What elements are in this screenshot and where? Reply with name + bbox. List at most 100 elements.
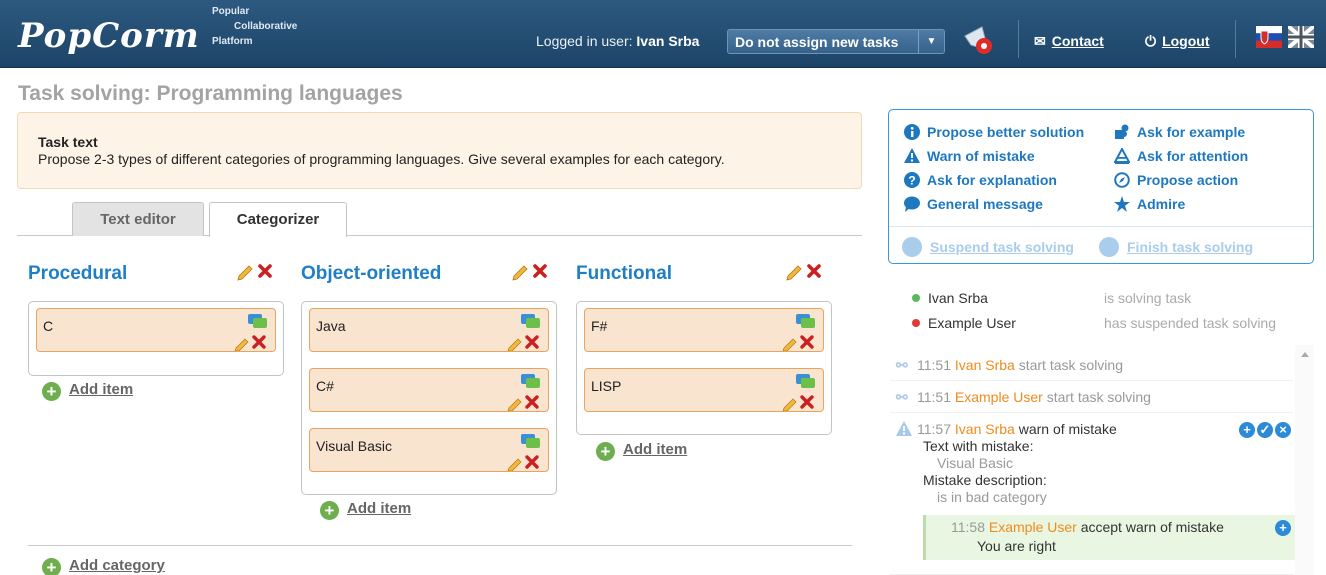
category-item[interactable]: Java: [309, 308, 549, 352]
comment-icon[interactable]: [521, 374, 541, 390]
task-assignment-select[interactable]: Do not assign new tasks ▼: [727, 29, 945, 54]
ask-for-example-button[interactable]: Ask for example: [1114, 124, 1245, 140]
contact-link[interactable]: ✉ Contact: [1034, 33, 1104, 50]
pencil-icon[interactable]: [507, 458, 522, 471]
category-item[interactable]: Visual Basic: [309, 428, 549, 472]
task-text-heading: Task text: [38, 134, 98, 150]
add-item-button[interactable]: + Add item: [42, 381, 133, 401]
log-time: 11:51: [917, 357, 951, 373]
log-time: 11:51: [917, 389, 951, 405]
item-tools: [507, 455, 539, 471]
item-label: C: [43, 318, 54, 334]
delete-icon[interactable]: [533, 264, 547, 278]
action-label: Ask for example: [1137, 124, 1246, 140]
category-item[interactable]: C#: [309, 368, 549, 412]
comment-icon[interactable]: [521, 314, 541, 330]
log-entry: ⚯ 11:51 Ivan Srba start task solving: [890, 353, 1293, 381]
category-tools: [512, 264, 547, 281]
reject-icon[interactable]: ×: [1275, 422, 1291, 438]
log-user[interactable]: Ivan Srba: [955, 421, 1015, 437]
slovak-flag-icon[interactable]: [1256, 26, 1282, 48]
pencil-icon[interactable]: [782, 338, 797, 351]
log-user[interactable]: Example User: [989, 519, 1077, 535]
delete-icon[interactable]: [525, 395, 539, 409]
logout-link[interactable]: ⏻ Logout: [1145, 33, 1210, 50]
attention-icon: [1114, 148, 1130, 164]
pencil-icon[interactable]: [507, 398, 522, 411]
category-tools: [786, 264, 821, 281]
delete-icon[interactable]: [807, 264, 821, 278]
delete-icon[interactable]: [258, 264, 272, 278]
header-divider: [1018, 20, 1019, 58]
propose-action-button[interactable]: Propose action: [1114, 172, 1238, 188]
user-entry: Example User: [912, 315, 1016, 331]
comment-icon[interactable]: [796, 314, 816, 330]
pause-icon: [902, 237, 922, 257]
task-text-body: Propose 2-3 types of different categorie…: [38, 151, 725, 167]
delete-icon[interactable]: [525, 335, 539, 349]
add-item-button[interactable]: + Add item: [320, 500, 411, 520]
add-item-button[interactable]: + Add item: [596, 441, 687, 461]
add-reply-icon[interactable]: +: [1239, 422, 1255, 438]
comment-icon[interactable]: [521, 434, 541, 450]
category-items-box: F# LISP: [576, 301, 832, 435]
add-reply-icon[interactable]: +: [1275, 520, 1291, 536]
pencil-icon[interactable]: [507, 338, 522, 351]
comment-icon[interactable]: [248, 314, 268, 330]
log-scrollbar[interactable]: [1295, 345, 1314, 575]
tab-text-editor[interactable]: Text editor: [72, 202, 204, 236]
log-reply: 11:58 Example User accept warn of mistak…: [923, 515, 1295, 560]
pencil-icon[interactable]: [234, 338, 249, 351]
log-user[interactable]: Ivan Srba: [955, 357, 1015, 373]
add-category-button[interactable]: + Add category: [42, 557, 165, 575]
log-user[interactable]: Example User: [955, 389, 1043, 405]
ask-for-explanation-button[interactable]: ? Ask for explanation: [904, 172, 1057, 188]
ask-for-attention-button[interactable]: Ask for attention: [1114, 148, 1248, 164]
warn-of-mistake-button[interactable]: Warn of mistake: [904, 148, 1035, 164]
delete-icon[interactable]: [252, 335, 266, 349]
add-item-label: Add item: [69, 381, 134, 398]
finish-icon: [1099, 237, 1119, 257]
general-message-button[interactable]: General message: [904, 196, 1043, 212]
pencil-icon[interactable]: [782, 398, 797, 411]
delete-icon[interactable]: [525, 455, 539, 469]
item-tools: [507, 395, 539, 411]
suspended-status-dot: [912, 319, 920, 327]
header-divider: [1235, 20, 1236, 58]
add-item-label: Add item: [347, 500, 412, 517]
actions-divider: [889, 226, 1313, 227]
user-name: Example User: [928, 315, 1016, 331]
category-item[interactable]: F#: [584, 308, 824, 352]
comment-icon[interactable]: [796, 374, 816, 390]
scroll-up-arrow-icon[interactable]: [1301, 352, 1309, 357]
popcorm-logo[interactable]: PopCorm: [18, 16, 200, 56]
power-icon: ⏻: [1145, 33, 1157, 49]
megaphone-icon[interactable]: [962, 24, 996, 56]
admire-button[interactable]: Admire: [1114, 196, 1185, 212]
delete-icon[interactable]: [800, 335, 814, 349]
suspend-task-solving-button[interactable]: Suspend task solving: [902, 237, 1074, 257]
uk-flag-icon[interactable]: [1288, 26, 1314, 48]
chevron-down-icon[interactable]: ▼: [918, 30, 944, 53]
accept-icon[interactable]: ✓: [1257, 422, 1273, 438]
puzzle-icon: [1115, 124, 1129, 139]
log-text: start task solving: [1018, 357, 1123, 373]
logged-in-label: Logged in user:: [536, 33, 633, 49]
pencil-icon[interactable]: [512, 265, 528, 281]
reply-text: You are right: [977, 538, 1056, 554]
pencil-icon[interactable]: [237, 265, 253, 281]
tab-categorizer[interactable]: Categorizer: [209, 202, 347, 237]
finish-task-solving-button[interactable]: Finish task solving: [1099, 237, 1253, 257]
log-text: accept warn of mistake: [1080, 519, 1224, 535]
item-tools: [234, 335, 266, 351]
plus-icon: +: [42, 382, 61, 401]
plus-icon: +: [320, 501, 339, 520]
category-item[interactable]: C: [36, 308, 276, 352]
action-label: Admire: [1137, 196, 1186, 212]
top-header: PopCorm Popular Collaborative Platform L…: [0, 0, 1326, 68]
delete-icon[interactable]: [800, 395, 814, 409]
category-item[interactable]: LISP: [584, 368, 824, 412]
pencil-icon[interactable]: [786, 265, 802, 281]
propose-better-solution-button[interactable]: Propose better solution: [904, 124, 1084, 140]
item-label: C#: [316, 378, 334, 394]
